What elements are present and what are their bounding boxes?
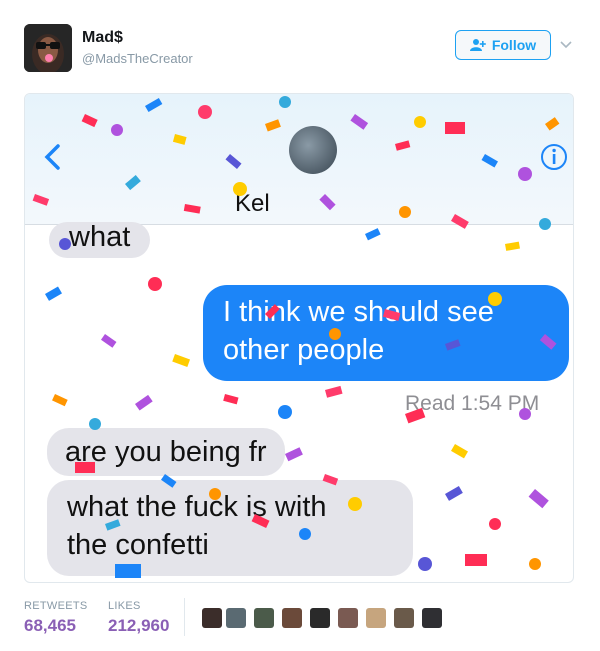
message-text: other people (223, 334, 385, 366)
retweets-count[interactable]: 68,465 (24, 616, 76, 636)
message-text: what (69, 221, 131, 253)
chevron-down-icon[interactable] (558, 36, 574, 52)
imessage-header: Kel (25, 94, 573, 225)
follow-person-icon (469, 39, 486, 51)
liker-avatar[interactable] (226, 608, 246, 628)
liker-avatar[interactable] (202, 608, 222, 628)
liker-avatar[interactable] (282, 608, 302, 628)
likes-label: LIKES (108, 600, 141, 612)
tweet-header: Mad$ @MadsTheCreator Follow (0, 0, 600, 90)
liker-avatar[interactable] (254, 608, 274, 628)
author-display-name[interactable]: Mad$ (82, 29, 123, 47)
message-bubble-received: are you being fr (47, 428, 285, 476)
message-text: the confetti (67, 529, 209, 561)
follow-button-label: Follow (491, 37, 537, 53)
info-icon (541, 144, 567, 170)
stats-divider (184, 598, 185, 636)
contact-name: Kel (235, 190, 270, 217)
liker-avatar[interactable] (310, 608, 330, 628)
liker-avatar[interactable] (394, 608, 414, 628)
embedded-screenshot[interactable]: Kel what I think we should see other peo… (24, 93, 574, 583)
follow-button[interactable]: Follow (455, 30, 551, 60)
liker-avatar[interactable] (422, 608, 442, 628)
message-text: what the fuck is with (67, 491, 327, 523)
message-text: are you being fr (65, 436, 267, 468)
message-bubble-sent: I think we should see other people (203, 285, 569, 381)
tweet-stats: RETWEETS 68,465 LIKES 212,960 (24, 596, 572, 646)
likes-count[interactable]: 212,960 (108, 616, 169, 636)
liker-avatar[interactable] (366, 608, 386, 628)
message-bubble-received: what the fuck is with the confetti (47, 480, 413, 576)
message-bubble-received: what (49, 221, 151, 258)
back-arrow-icon (44, 144, 60, 170)
liker-avatar[interactable] (338, 608, 358, 628)
author-handle[interactable]: @MadsTheCreator (82, 51, 193, 66)
read-receipt: Read 1:54 PM (405, 392, 540, 415)
author-avatar[interactable] (24, 24, 72, 72)
contact-avatar (289, 126, 337, 174)
retweets-label: RETWEETS (24, 600, 88, 612)
message-text: I think we should see (223, 296, 494, 328)
